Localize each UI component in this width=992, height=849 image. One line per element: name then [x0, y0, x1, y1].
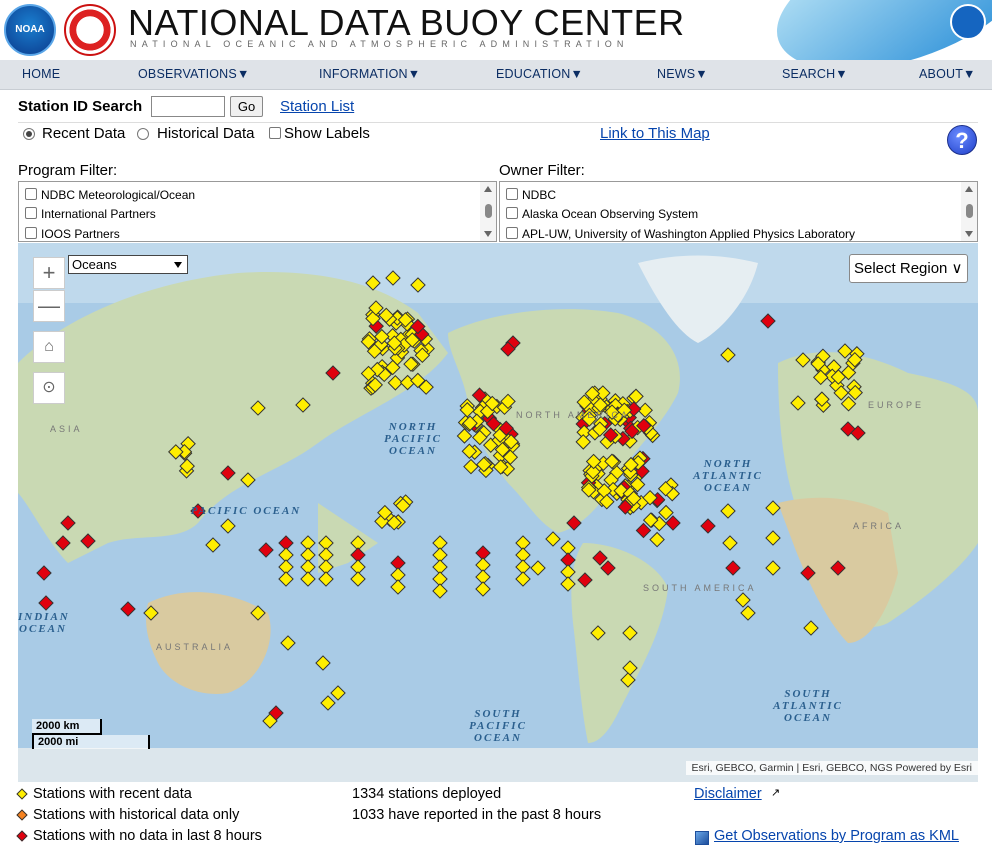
- nav-information[interactable]: INFORMATION▼: [319, 67, 420, 81]
- kml-link[interactable]: Get Observations by Program as KML: [714, 828, 959, 844]
- divider: [18, 122, 978, 123]
- go-button[interactable]: Go: [230, 96, 263, 117]
- owner-filter-label: Owner Filter:: [499, 162, 585, 179]
- recent-data-radio[interactable]: [23, 128, 35, 140]
- external-link-icon: ↗: [771, 787, 781, 799]
- nav-home[interactable]: HOME: [22, 67, 60, 81]
- pacific-label: PACIFIC OCEAN: [190, 505, 302, 517]
- south-pacific-label: SOUTH PACIFIC OCEAN: [469, 708, 527, 744]
- africa-label: AFRICA: [853, 521, 905, 531]
- nav-education[interactable]: EDUCATION▼: [496, 67, 583, 81]
- program-filter-label: Program Filter:: [18, 162, 118, 179]
- historical-data-radio[interactable]: [137, 128, 149, 140]
- stations-reported-count: 1033 have reported in the past 8 hours: [352, 807, 602, 823]
- program-filter-list[interactable]: NDBC Meteorological/Ocean International …: [18, 181, 497, 242]
- station-id-input[interactable]: [151, 96, 225, 117]
- map-attribution[interactable]: Esri, GEBCO, Garmin | Esri, GEBCO, NGS P…: [685, 761, 978, 775]
- historical-data-label[interactable]: Historical Data: [157, 125, 255, 142]
- recent-data-label[interactable]: Recent Data: [42, 125, 125, 142]
- zoom-out-button[interactable]: —: [33, 290, 65, 322]
- indian-ocean-label: INDIAN OCEAN: [18, 611, 70, 635]
- north-atlantic-label: NORTH ATLANTIC OCEAN: [693, 458, 763, 494]
- help-icon[interactable]: ?: [947, 125, 977, 155]
- kml-icon: [695, 831, 709, 845]
- owner-filter-scrollbar[interactable]: [961, 182, 977, 241]
- north-pacific-label: NORTH PACIFIC OCEAN: [384, 421, 442, 457]
- zoom-in-button[interactable]: +: [33, 257, 65, 289]
- recent-diamond-icon: [16, 788, 28, 800]
- site-title[interactable]: NATIONAL DATA BUOY CENTER: [128, 2, 685, 44]
- stations-deployed-count: 1334 stations deployed: [352, 786, 502, 802]
- nav-observations[interactable]: OBSERVATIONS▼: [138, 67, 250, 81]
- site-subtitle: NATIONAL OCEANIC AND ATMOSPHERIC ADMINIS…: [130, 39, 629, 49]
- program-filter-scrollbar[interactable]: [480, 182, 496, 241]
- owner-filter-list[interactable]: NDBC Alaska Ocean Observing System APL-U…: [499, 181, 978, 242]
- locate-icon[interactable]: ⊙: [33, 372, 65, 404]
- no-data-diamond-icon: [16, 830, 28, 842]
- link-to-map[interactable]: Link to This Map: [600, 125, 710, 142]
- disclaimer-link[interactable]: Disclaimer: [694, 786, 762, 802]
- station-map[interactable]: + — ⌂ ⊙ Oceans Select Region ∨ NORTH PAC…: [18, 243, 978, 782]
- nws-logo[interactable]: [64, 4, 116, 56]
- scale-mi: 2000 mi: [32, 735, 150, 749]
- south-america-label: SOUTH AMERICA: [643, 583, 757, 593]
- station-id-search-label: Station ID Search: [18, 98, 143, 115]
- noaa-logo[interactable]: NOAA: [4, 4, 56, 56]
- asia-label: ASIA: [50, 424, 83, 434]
- nav-news[interactable]: NEWS▼: [657, 67, 708, 81]
- south-atlantic-label: SOUTH ATLANTIC OCEAN: [773, 688, 843, 724]
- show-labels-checkbox[interactable]: [269, 127, 281, 139]
- commerce-seal-icon[interactable]: [950, 4, 986, 40]
- nav-search[interactable]: SEARCH▼: [782, 67, 848, 81]
- main-nav: HOME OBSERVATIONS▼ INFORMATION▼ EDUCATIO…: [0, 60, 992, 90]
- show-labels-label[interactable]: Show Labels: [284, 125, 370, 142]
- select-region-button[interactable]: Select Region ∨: [849, 254, 968, 283]
- station-list-link[interactable]: Station List: [280, 98, 354, 115]
- europe-label: EUROPE: [868, 400, 925, 410]
- nav-about[interactable]: ABOUT▼: [919, 67, 976, 81]
- scale-km: 2000 km: [32, 719, 102, 735]
- australia-label: AUSTRALIA: [156, 642, 234, 652]
- north-america-label: NORTH AMERICA: [516, 410, 630, 420]
- data-options-bar: Recent Data Historical Data Show Labels …: [18, 125, 978, 155]
- basemap-select[interactable]: Oceans: [68, 255, 188, 274]
- map-legend: Stations with recent data Stations with …: [16, 785, 978, 849]
- home-icon[interactable]: ⌂: [33, 331, 65, 363]
- site-header: NOAA NATIONAL DATA BUOY CENTER NATIONAL …: [0, 0, 992, 60]
- historical-diamond-icon: [16, 809, 28, 821]
